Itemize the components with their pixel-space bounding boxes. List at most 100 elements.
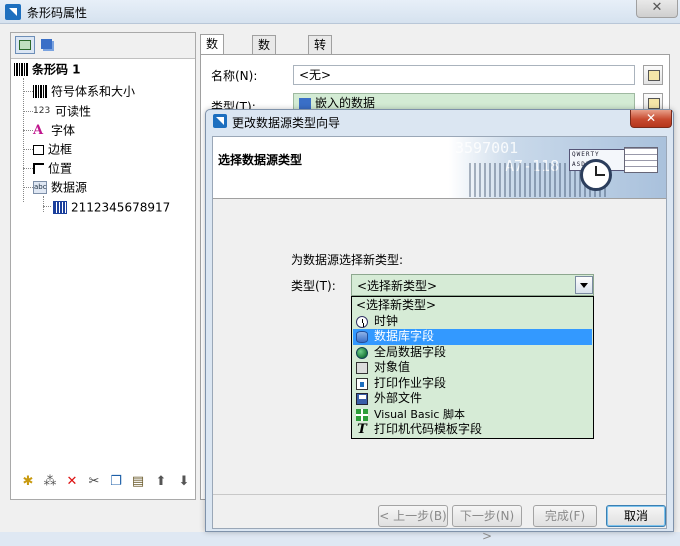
layers-icon (41, 39, 52, 49)
tree-item-label: 数据源 (51, 180, 88, 195)
option-label: 对象值 (374, 360, 411, 374)
barcode-data-icon (53, 201, 67, 214)
option-label: <选择新类型> (356, 298, 437, 312)
tree-item-position[interactable]: 位置 (33, 159, 72, 177)
option-label: 打印作业字段 (374, 375, 447, 390)
embedded-data-icon (299, 98, 311, 109)
disk-icon (356, 393, 368, 405)
dropdown-option-none[interactable]: <选择新类型> (353, 298, 592, 314)
font-icon: A (33, 123, 44, 138)
tree-toolbar (11, 33, 195, 59)
tab-datasource[interactable]: 数据源 (200, 34, 225, 87)
tree-item-barcode-root[interactable]: 条形码 1 (14, 60, 81, 78)
finish-button[interactable]: 完成(F) (533, 505, 597, 527)
paste-icon[interactable]: ▤ (130, 474, 146, 490)
datasource-type-combo[interactable]: <选择新类型> (351, 274, 594, 296)
object-value-icon (356, 362, 368, 374)
wizard-client: 选择数据源类型 3597001 A7-118 QWERTYASDFG 为数据源选… (212, 136, 667, 543)
option-label: 打印机代码模板字段 (374, 422, 483, 436)
dropdown-option-object-value[interactable]: 对象值 (353, 360, 592, 376)
barcode-root-icon (14, 63, 28, 76)
wizard-title: 更改数据源类型向导 (232, 116, 341, 130)
wizard-titlebar: 更改数据源类型向导 ✕ (206, 110, 673, 132)
datasource-icon: abc (33, 181, 47, 194)
outer-titlebar: 条形码属性 ✕ (0, 0, 680, 24)
tab-transform[interactable]: 转换 (308, 35, 333, 70)
outer-window-title: 条形码属性 (27, 6, 88, 20)
border-icon (33, 144, 44, 155)
dropdown-option-database-field[interactable]: 数据库字段 (353, 329, 592, 345)
tree-root-label: 条形码 1 (32, 62, 81, 77)
property-tree-panel: 条形码 1 符号体系和大小 123 可读性 A 字体 边框 位置 abc 数据源 21… (10, 32, 196, 500)
globe-icon (356, 346, 368, 359)
back-button[interactable]: < 上一步(B) (378, 505, 448, 527)
tree-view-icon (19, 40, 31, 50)
vb-script-icon (356, 408, 368, 421)
wizard-header: 选择数据源类型 3597001 A7-118 QWERTYASDFG (213, 137, 666, 199)
tab-datatype[interactable]: 数据类型 (252, 35, 277, 106)
tree-bottom-toolbar: ✱ ⁂ ✕ ✂ ❐ ▤ ⬆ ⬇ (10, 470, 196, 494)
database-icon (356, 331, 368, 343)
move-down-icon[interactable]: ⬇ (176, 474, 192, 490)
outer-close-button[interactable]: ✕ (636, 0, 678, 18)
readability-123-icon: 123 (33, 106, 51, 116)
tree-item-font[interactable]: A 字体 (33, 121, 75, 139)
tree-item-datasource[interactable]: abc 数据源 (33, 178, 87, 196)
app-logo-icon (5, 4, 21, 20)
banner-clock-icon (580, 159, 612, 191)
copy-icon[interactable]: ❐ (108, 474, 124, 490)
wand-icon[interactable]: ⁂ (42, 474, 58, 490)
banner-number: 3597001 (455, 139, 519, 157)
tree-item-label: 可读性 (55, 104, 92, 119)
combo-value: <选择新类型> (357, 279, 438, 293)
option-label: Visual Basic 脚本 (374, 407, 465, 421)
move-up-icon[interactable]: ⬆ (153, 474, 169, 490)
option-label: 外部文件 (374, 391, 423, 405)
tree-item-label: 符号体系和大小 (51, 84, 136, 99)
tree-item-label: 边框 (48, 142, 73, 157)
option-label: 时钟 (374, 313, 399, 328)
wizard-banner-image: 3597001 A7-118 QWERTYASDFG (449, 137, 666, 198)
name-field[interactable]: <无> (293, 65, 635, 85)
datasource-type-dropdown: <选择新类型> 时钟 数据库字段 全局数据字段 对象值 打印作业字段 外部文件 … (351, 296, 594, 439)
change-datasource-wizard: 更改数据源类型向导 ✕ 选择数据源类型 3597001 A7-118 QWERT… (205, 109, 674, 543)
delete-icon[interactable]: ✕ (64, 474, 80, 490)
position-icon (33, 163, 44, 174)
tree-child-label: 2112345678917 (71, 200, 171, 215)
wizard-step-title: 选择数据源类型 (218, 153, 303, 167)
chevron-down-icon[interactable] (575, 276, 593, 294)
tree-item-border[interactable]: 边框 (33, 140, 72, 158)
dropdown-option-external-file[interactable]: 外部文件 (353, 391, 592, 407)
option-label: 数据库字段 (374, 329, 435, 343)
wizard-prompt: 为数据源选择新类型: (291, 253, 404, 267)
wizard-footer: < 上一步(B) 下一步(N) > 完成(F) 取消 (213, 494, 666, 543)
dropdown-option-printer-code-template[interactable]: T 打印机代码模板字段 (353, 422, 592, 438)
cancel-button[interactable]: 取消 (606, 505, 666, 527)
banner-grid-icon (624, 147, 658, 173)
name-browse-button[interactable] (643, 65, 663, 85)
property-tree: 条形码 1 符号体系和大小 123 可读性 A 字体 边框 位置 abc 数据源 21… (11, 60, 195, 470)
dropdown-option-global-data[interactable]: 全局数据字段 (353, 345, 592, 361)
layers-view-button[interactable] (37, 36, 57, 54)
option-label: 全局数据字段 (374, 344, 447, 359)
tree-item-label: 位置 (48, 161, 73, 176)
dropdown-option-vb-script[interactable]: Visual Basic 脚本 (353, 407, 592, 423)
tree-item-readability[interactable]: 123 可读性 (33, 102, 91, 120)
wizard-type-label: 类型(T): (291, 279, 336, 293)
tree-view-button[interactable] (15, 36, 35, 54)
new-icon[interactable]: ✱ (20, 474, 36, 490)
tree-item-data-value[interactable]: 2112345678917 (53, 198, 170, 216)
name-label: 名称(N): (211, 69, 258, 83)
type-field-value: 嵌入的数据 (315, 96, 376, 110)
tree-item-label: 字体 (51, 123, 76, 138)
cut-icon[interactable]: ✂ (86, 474, 102, 490)
tree-item-symbology[interactable]: 符号体系和大小 (33, 82, 135, 100)
printer-code-template-icon: T (357, 422, 367, 437)
wizard-logo-icon (213, 114, 227, 128)
dropdown-option-clock[interactable]: 时钟 (353, 314, 592, 330)
next-button[interactable]: 下一步(N) > (452, 505, 522, 543)
wizard-close-button[interactable]: ✕ (630, 110, 672, 128)
clock-icon (356, 315, 368, 328)
barcode-icon (33, 85, 47, 98)
dropdown-option-print-job[interactable]: 打印作业字段 (353, 376, 592, 392)
